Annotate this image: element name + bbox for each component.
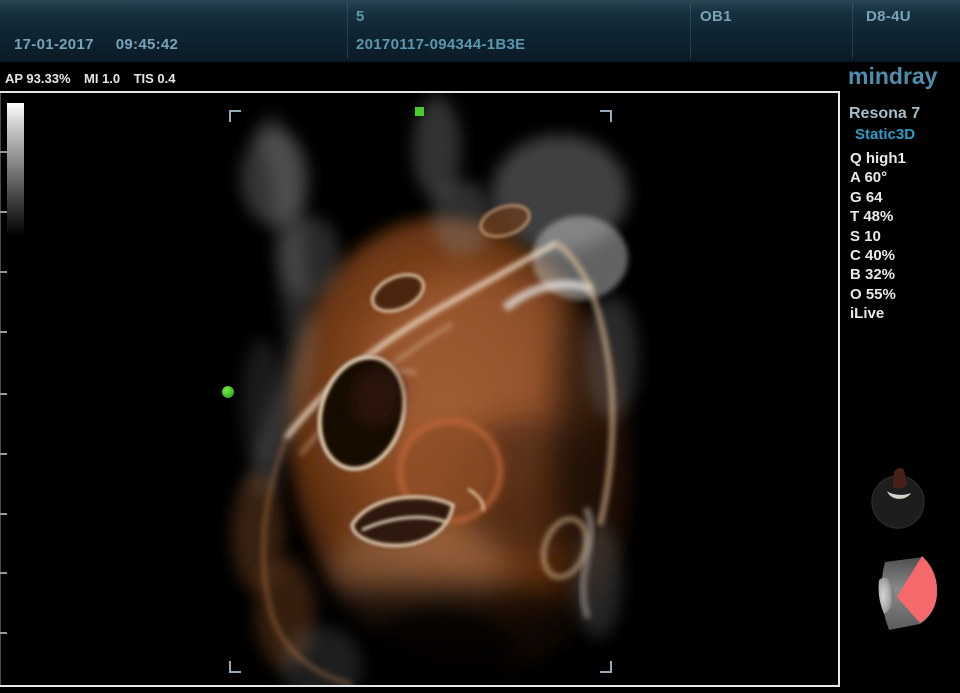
param-gain: G 64 — [850, 188, 960, 207]
depth-ruler-line — [0, 93, 1, 685]
roi-edge-marker-top[interactable] — [415, 107, 424, 116]
depth-scale-tick — [0, 393, 7, 395]
header-bar: 17-01-2017 09:45:42 5 20170117-094344-1B3… — [0, 0, 960, 62]
roi-corner-bracket-bl[interactable] — [229, 661, 241, 673]
imaging-mode-label: Static3D — [855, 126, 960, 143]
exam-preset-label: OB1 — [700, 8, 732, 25]
param-smooth: S 10 — [850, 227, 960, 246]
image-frame-bottom — [0, 685, 840, 687]
depth-scale-tick — [0, 151, 7, 153]
system-model-label: Resona 7 — [849, 105, 960, 123]
roi-corner-bracket-tr[interactable] — [600, 110, 612, 122]
depth-scale-tick — [0, 271, 7, 273]
probe-orientation-icon — [875, 552, 941, 636]
roi-corner-bracket-tl[interactable] — [229, 110, 241, 122]
trackball-icon — [871, 462, 927, 530]
mechanical-index-value: MI 1.0 — [84, 71, 120, 86]
grayscale-bar — [7, 103, 24, 237]
thermal-index-value: TIS 0.4 — [134, 71, 176, 86]
ultrasound-3d-render — [0, 93, 838, 685]
depth-scale-tick — [0, 453, 7, 455]
param-threshold: T 48% — [850, 207, 960, 226]
header-divider — [690, 3, 691, 59]
exam-datetime: 17-01-2017 09:45:42 — [14, 36, 178, 53]
parameter-sidebar: Resona 7 Static3D Q high1 A 60° G 64 T 4… — [845, 105, 960, 324]
roi-handle-dot[interactable] — [222, 386, 234, 398]
transducer-label: D8-4U — [866, 8, 911, 25]
exam-number: 5 — [356, 8, 365, 25]
acoustic-status-bar: AP 93.33% MI 1.0 TIS 0.4 — [0, 62, 838, 91]
depth-scale-tick — [0, 211, 7, 213]
roi-corner-bracket-br[interactable] — [600, 661, 612, 673]
depth-scale-tick — [0, 331, 7, 333]
exam-time: 09:45:42 — [116, 36, 178, 53]
acoustic-power-value: AP 93.33% — [5, 71, 71, 86]
exam-date: 17-01-2017 — [14, 36, 94, 53]
header-divider — [852, 3, 853, 59]
depth-scale-tick — [0, 572, 7, 574]
image-frame-top — [0, 91, 840, 93]
param-angle: A 60° — [850, 168, 960, 187]
param-opacity: O 55% — [850, 285, 960, 304]
depth-scale-tick — [0, 513, 7, 515]
param-contrast: C 40% — [850, 246, 960, 265]
param-brightness: B 32% — [850, 265, 960, 284]
param-quality: Q high1 — [850, 149, 960, 168]
image-display-area — [0, 93, 838, 685]
image-frame-right — [838, 91, 840, 687]
ilive-label: iLive — [850, 304, 960, 324]
exam-id: 20170117-094344-1B3E — [356, 36, 525, 53]
depth-scale-tick — [0, 632, 7, 634]
header-divider — [347, 3, 348, 59]
ultrasound-screen: { "header": { "date": "17-01-2017", "tim… — [0, 0, 960, 693]
mindray-logo: mindray — [848, 63, 937, 90]
